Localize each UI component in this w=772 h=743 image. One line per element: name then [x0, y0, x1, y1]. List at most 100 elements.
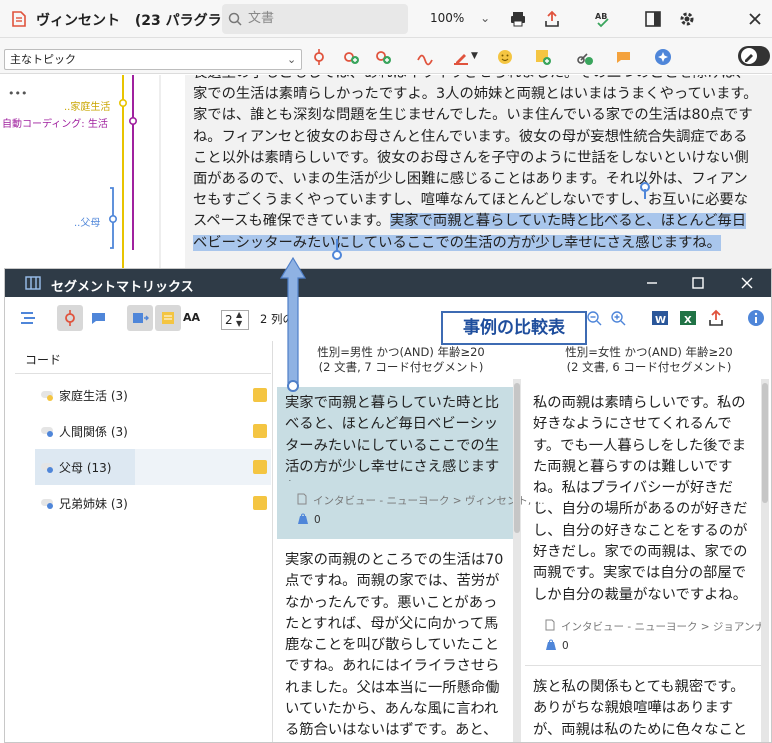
close-icon[interactable]	[734, 270, 760, 296]
segment-text[interactable]: 実家の両親のところでの生活は70点ですね。両親の家では、苦労がなかったんです。悪…	[285, 550, 505, 742]
memo-icon[interactable]	[253, 496, 267, 510]
codes-panel: コード 家庭生活 (3) 人間関係 (3) 父母 (13) 兄弟姉妹 (3)	[5, 341, 273, 742]
highlight-code-icon[interactable]	[412, 44, 438, 70]
scroll-thumb[interactable]	[762, 383, 768, 503]
segment-text[interactable]: 族と私の関係もとても親密です。ありがちな親娘喧嘩はありますが、両親は私のために色…	[533, 677, 749, 742]
svg-text:X: X	[684, 315, 692, 326]
document-icon	[545, 619, 555, 631]
search-placeholder: 文書	[248, 11, 275, 26]
annotation-arrow	[279, 256, 307, 392]
segment-weight: 0	[562, 640, 569, 652]
font-size-button[interactable]: AA	[183, 311, 200, 324]
chevron-down-icon: ⌄	[287, 53, 297, 66]
memo-add-icon[interactable]	[530, 44, 556, 70]
segment-matrix-window: セグメントマトリックス AA 2 列の W X 2 ▲ ▼ 事例の比較表 コード…	[4, 268, 772, 743]
code-tag-icon	[41, 499, 53, 509]
search-input[interactable]: 文書	[222, 4, 408, 34]
matrix-titlebar: セグメントマトリックス	[5, 269, 771, 297]
svg-text:W: W	[655, 315, 666, 326]
search-icon	[228, 12, 242, 26]
matrix-toolbar: AA 2 列の W X	[5, 297, 771, 339]
code-row-family-life[interactable]: 家庭生活 (3)	[35, 377, 271, 413]
column-header-line1: 性別=女性 かつ(AND) 年齢≥20	[565, 345, 733, 359]
svg-text:AB: AB	[595, 12, 607, 21]
code-filter-icon[interactable]	[57, 305, 83, 331]
document-icon[interactable]	[6, 6, 32, 32]
column-count-stepper[interactable]: 2 ▲ ▼	[221, 310, 249, 330]
panel-toggle-icon[interactable]	[640, 6, 666, 32]
ai-assist-icon[interactable]	[650, 44, 676, 70]
code-tag-icon	[41, 427, 53, 437]
column-header-line1: 性別=男性 かつ(AND) 年齢≥20	[317, 345, 485, 359]
zoom-level[interactable]: 100% ⌄	[430, 11, 490, 25]
memo-icon[interactable]	[253, 424, 267, 438]
export-icon[interactable]	[703, 305, 729, 331]
code-name: 兄弟姉妹 (3)	[59, 497, 128, 511]
code-row-relationships[interactable]: 人間関係 (3)	[35, 413, 271, 449]
link-icon[interactable]	[572, 44, 598, 70]
column-scrollbar[interactable]	[513, 379, 521, 742]
close-icon[interactable]	[742, 6, 768, 32]
gear-icon[interactable]	[674, 6, 700, 32]
matrix-title: セグメントマトリックス	[51, 280, 194, 295]
add-subcode-icon[interactable]	[370, 44, 396, 70]
column-header-male[interactable]: 性別=男性 かつ(AND) 年齢≥20 (2 文書, 7 コード付セグメント)	[281, 345, 521, 375]
chevron-down-icon: ⌄	[480, 11, 491, 25]
pencil-icon	[745, 54, 753, 62]
segment-source[interactable]: インタビュー - ニューヨーク > ヴィンセント, ...	[313, 493, 545, 508]
word-export-icon[interactable]: W	[647, 305, 673, 331]
memo-view-icon[interactable]	[155, 305, 181, 331]
column-scrollbar[interactable]	[761, 379, 769, 742]
margin-code-label[interactable]: ..父母	[74, 214, 100, 229]
list-icon[interactable]	[15, 305, 41, 331]
print-icon[interactable]	[505, 6, 531, 32]
margin-code-label[interactable]: 自動コーディング: 生活	[2, 115, 108, 130]
code-icon[interactable]	[306, 44, 332, 70]
topic-select-value: 主なトピック	[10, 53, 76, 66]
minimize-icon[interactable]	[639, 270, 665, 296]
code-name: 家庭生活 (3)	[59, 389, 128, 403]
stepper-arrows-icon[interactable]: ▲ ▼	[236, 310, 242, 328]
selection-handles	[332, 182, 650, 260]
document-text-area[interactable]: 長選生の子もこもしては、あれはイライラさせられました。その二つのことを除けば、家…	[185, 75, 772, 270]
segment-view-icon[interactable]	[127, 305, 153, 331]
segment-text[interactable]: 私の両親は素晴らしいです。私の好きなようにさせてくれるんです。でも一人暮らしをし…	[533, 393, 749, 607]
memo-icon[interactable]	[253, 388, 267, 402]
column-count-value: 2	[225, 313, 233, 327]
comment-icon[interactable]	[610, 44, 636, 70]
zoom-in-icon[interactable]	[605, 305, 631, 331]
chevron-down-icon: ▼	[471, 51, 478, 61]
edit-mode-toggle[interactable]	[738, 46, 770, 66]
column-header-female[interactable]: 性別=女性 かつ(AND) 年齢≥20 (2 文書, 6 コード付セグメント)	[531, 345, 767, 375]
add-code-icon[interactable]	[338, 44, 364, 70]
column-header-line2: (2 文書, 6 コード付セグメント)	[566, 360, 732, 374]
zoom-value: 100%	[430, 11, 465, 25]
codes-header: コード	[25, 353, 62, 367]
coding-stripes	[109, 75, 161, 270]
code-row-parents[interactable]: 父母 (13)	[35, 449, 135, 485]
column-header-line2: (2 文書, 7 コード付セグメント)	[318, 360, 484, 374]
info-icon[interactable]	[743, 305, 769, 331]
export-icon[interactable]	[539, 6, 565, 32]
segment-source[interactable]: インタビュー - ニューヨーク > ジョアンナ, 1 ...	[561, 619, 771, 634]
maximize-icon[interactable]	[685, 270, 711, 296]
code-margin-panel: ••• ..家庭生活 自動コーディング: 生活 ..父母	[0, 75, 180, 270]
more-options-icon[interactable]: •••	[8, 87, 27, 100]
topic-select[interactable]: 主なトピック ⌄	[4, 49, 302, 70]
scroll-thumb[interactable]	[514, 383, 520, 533]
comment-icon[interactable]	[85, 305, 111, 331]
emoticode-icon[interactable]	[492, 44, 518, 70]
memo-icon[interactable]	[253, 460, 267, 474]
document-name: ヴィンセント	[36, 13, 120, 29]
code-name: 人間関係 (3)	[59, 425, 128, 439]
excel-export-icon[interactable]: X	[675, 305, 701, 331]
spellcheck-icon[interactable]: AB	[590, 6, 616, 32]
code-row-siblings[interactable]: 兄弟姉妹 (3)	[35, 485, 271, 521]
segment-text[interactable]: 実家で両親と暮らしていた時と比べると、ほとんど毎日ベビーシッターみたいにしている…	[285, 393, 505, 481]
code-name: 父母 (13)	[59, 461, 112, 475]
document-title: ヴィンセント (23 パラグラフ)	[36, 10, 242, 30]
weight-icon	[546, 639, 556, 650]
callout-label: 事例の比較表	[441, 311, 587, 345]
divider	[525, 665, 761, 666]
divider	[15, 373, 271, 374]
